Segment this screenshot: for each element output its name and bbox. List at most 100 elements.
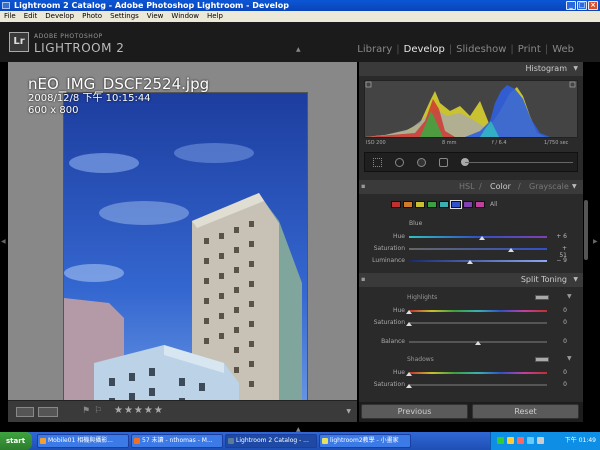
menu-file[interactable]: File	[0, 11, 20, 22]
toolbar-menu-chevron-icon[interactable]: ▼	[346, 408, 351, 415]
highlights-hue-slider[interactable]	[409, 310, 547, 312]
blue-hue-slider[interactable]	[409, 236, 547, 238]
swatch-yellow[interactable]	[415, 201, 425, 208]
highlights-color-chip[interactable]	[535, 295, 549, 300]
photo-info-overlay: nEO_IMG_DSCF2524.jpg 2008/12/8 下午 10:15:…	[28, 76, 209, 117]
photo-datetime: 2008/12/8 下午 10:15:44	[28, 93, 151, 104]
image-canvas[interactable]: nEO_IMG_DSCF2524.jpg 2008/12/8 下午 10:15:…	[8, 62, 357, 421]
shadows-saturation-slider[interactable]	[409, 384, 547, 386]
minimize-button[interactable]: _	[566, 1, 576, 10]
swatch-all[interactable]: All	[490, 201, 497, 208]
blue-luminance-label: Luminance	[372, 257, 405, 264]
blue-saturation-slider[interactable]	[409, 248, 547, 250]
maximize-button[interactable]: □	[577, 1, 587, 10]
brand-big-text: LIGHTROOM 2	[34, 41, 125, 55]
panel-pin-icon[interactable]: ◾	[361, 273, 365, 287]
menu-photo[interactable]: Photo	[78, 11, 106, 22]
spot-removal-tool-icon[interactable]	[395, 158, 404, 167]
collapse-triangle-icon[interactable]: ▼	[572, 180, 577, 194]
start-button[interactable]: start	[0, 432, 32, 450]
shadows-saturation-slider-handle[interactable]	[406, 384, 412, 388]
tray-network-icon[interactable]	[497, 437, 504, 444]
loupe-view-button[interactable]	[16, 407, 34, 417]
highlights-hue-slider-handle[interactable]	[406, 310, 412, 314]
taskbar-item-mail[interactable]: 57 未讀 - nthomas - M...	[131, 434, 223, 448]
shadows-hue-value[interactable]: 0	[553, 369, 567, 376]
right-panel-toggle-icon[interactable]: ▶	[593, 238, 598, 245]
previous-button[interactable]: Previous	[361, 404, 468, 419]
highlights-saturation-slider-handle[interactable]	[406, 322, 412, 326]
module-develop[interactable]: Develop	[400, 44, 449, 55]
blue-hue-value[interactable]: + 6	[553, 233, 567, 240]
split-toning-panel-header[interactable]: ◾ Split Toning ▼	[359, 273, 583, 287]
crop-tool-icon[interactable]	[373, 158, 382, 167]
tray-security-icon[interactable]	[507, 437, 514, 444]
flag-reject-icon[interactable]: ⚐	[94, 406, 102, 416]
collapse-triangle-icon[interactable]: ▼	[573, 273, 578, 287]
panel-pin-icon[interactable]: ◾	[361, 180, 365, 194]
develop-toolbar: ⚑ ⚐ ★★★★★ ▼	[8, 400, 357, 422]
swatch-purple[interactable]	[463, 201, 473, 208]
menu-bar: File Edit Develop Photo Settings View Wi…	[0, 11, 600, 22]
taskbar-item-paint[interactable]: lightroom2教學 - 小畫家	[319, 434, 411, 448]
photo-preview[interactable]	[63, 92, 308, 421]
swatch-magenta[interactable]	[475, 201, 485, 208]
swatch-blue[interactable]	[450, 200, 462, 209]
tray-volume-icon[interactable]	[527, 437, 534, 444]
menu-develop[interactable]: Develop	[41, 11, 78, 22]
swatch-red[interactable]	[391, 201, 401, 208]
graduated-filter-icon[interactable]	[439, 158, 448, 167]
before-after-view-button[interactable]	[38, 407, 58, 417]
app-icon	[2, 2, 10, 9]
shadows-hue-slider[interactable]	[409, 372, 547, 374]
highlights-saturation-label: Saturation	[373, 319, 405, 326]
shadows-color-chip[interactable]	[535, 357, 549, 362]
module-print[interactable]: Print	[514, 44, 545, 55]
tray-misc-icon[interactable]	[537, 437, 544, 444]
swatch-green[interactable]	[427, 201, 437, 208]
highlights-saturation-slider[interactable]	[409, 322, 547, 324]
highlights-chevron-icon[interactable]: ▼	[567, 293, 572, 300]
highlights-saturation-value[interactable]: 0	[553, 319, 567, 326]
adjustment-brush-slider[interactable]	[465, 162, 573, 163]
menu-edit[interactable]: Edit	[20, 11, 42, 22]
tab-hsl[interactable]: HSL	[459, 180, 475, 194]
collapse-triangle-icon[interactable]: ▼	[573, 62, 578, 76]
shadows-hue-slider-handle[interactable]	[406, 372, 412, 376]
blue-luminance-slider[interactable]	[409, 260, 547, 262]
blue-luminance-value[interactable]: − 9	[553, 257, 567, 264]
red-eye-tool-icon[interactable]	[417, 158, 426, 167]
shadows-chevron-icon[interactable]: ▼	[567, 355, 572, 362]
star-rating[interactable]: ★★★★★	[114, 405, 164, 416]
left-panel-toggle-icon[interactable]: ◀	[1, 238, 6, 245]
top-panel-toggle-icon[interactable]: ▲	[296, 46, 301, 53]
menu-help[interactable]: Help	[203, 11, 227, 22]
balance-slider-handle[interactable]	[475, 341, 481, 345]
module-slideshow[interactable]: Slideshow	[452, 44, 510, 55]
blue-luminance-slider-handle[interactable]	[467, 260, 473, 264]
module-web[interactable]: Web	[548, 44, 578, 55]
swatch-aqua[interactable]	[439, 201, 449, 208]
histogram-panel-header[interactable]: Histogram ▼	[359, 62, 583, 76]
taskbar-item-lightroom[interactable]: Lightroom 2 Catalog - ...	[225, 434, 317, 448]
tab-grayscale[interactable]: Grayscale	[529, 180, 569, 194]
menu-settings[interactable]: Settings	[106, 11, 143, 22]
histogram-graph[interactable]	[364, 80, 578, 138]
flag-pick-icon[interactable]: ⚑	[82, 406, 90, 416]
taskbar-item-mobile01[interactable]: Mobile01 相機與攝影...	[37, 434, 129, 448]
reset-button[interactable]: Reset	[472, 404, 579, 419]
swatch-orange[interactable]	[403, 201, 413, 208]
taskbar-clock: 下午 01:49	[564, 437, 596, 444]
tray-app-icon[interactable]	[517, 437, 524, 444]
shadows-saturation-value[interactable]: 0	[553, 381, 567, 388]
tab-color[interactable]: Color	[490, 180, 511, 194]
right-panel-scrollbar[interactable]	[584, 200, 588, 260]
blue-hue-slider-handle[interactable]	[479, 236, 485, 240]
highlights-hue-value[interactable]: 0	[553, 307, 567, 314]
module-library[interactable]: Library	[353, 44, 396, 55]
balance-value[interactable]: 0	[553, 338, 567, 345]
menu-window[interactable]: Window	[167, 11, 203, 22]
close-button[interactable]: ×	[588, 1, 598, 10]
blue-saturation-slider-handle[interactable]	[508, 248, 514, 252]
menu-view[interactable]: View	[143, 11, 168, 22]
